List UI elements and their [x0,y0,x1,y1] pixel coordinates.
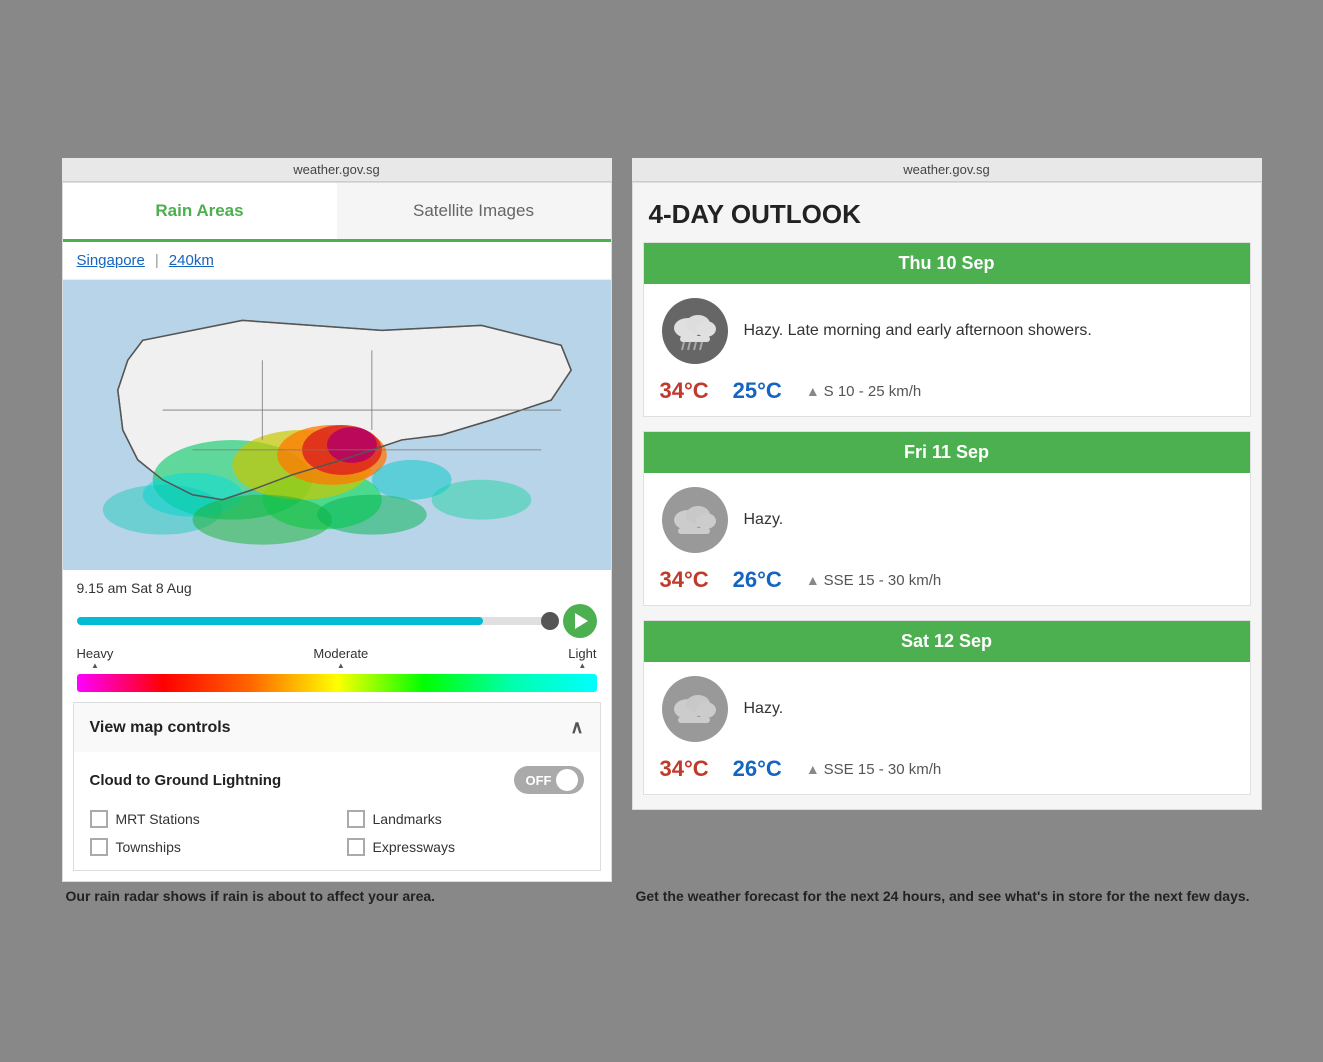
view-links: Singapore | 240km [63,242,611,280]
play-button[interactable] [563,604,597,638]
day-body-1: Hazy. 34°C 26°C ▲ SSE 15 - 30 km/h [644,473,1250,605]
progress-thumb[interactable] [541,612,559,630]
right-panel: 4-DAY OUTLOOK Thu 10 Sep [632,182,1262,810]
left-caption: Our rain radar shows if rain is about to… [66,888,616,904]
toggle-off-text: OFF [526,773,552,788]
tab-rain-areas[interactable]: Rain Areas [63,183,337,242]
lightning-row: Cloud to Ground Lightning OFF [90,766,584,794]
weather-desc-1: Hazy. [744,511,784,529]
legend-light: Light [568,646,596,670]
day-stats-2: 34°C 26°C ▲ SSE 15 - 30 km/h [660,756,1234,782]
hazy-cloud-icon-2 [660,674,730,744]
chevron-up-icon: ∧ [570,717,583,738]
temp-low-2: 26°C [733,756,782,782]
day-top-2: Hazy. [660,674,1234,744]
progress-fill [77,617,483,625]
lightning-label: Cloud to Ground Lightning [90,772,282,789]
time-label: 9.15 am Sat 8 Aug [63,570,611,600]
checkbox-townships[interactable]: Townships [90,838,327,856]
tab-satellite-images[interactable]: Satellite Images [337,183,611,239]
color-legend-bar [77,674,597,692]
browser-url-bar-right: weather.gov.sg [632,158,1262,182]
temp-high-1: 34°C [660,567,709,593]
map-controls-section: View map controls ∧ Cloud to Ground Ligh… [73,702,601,871]
checkbox-townships-box[interactable] [90,838,108,856]
wind-text-0: S 10 - 25 km/h [824,383,922,400]
url-text-right: weather.gov.sg [903,162,989,177]
map-display [63,280,611,570]
legend-labels: Heavy Moderate Light [63,642,611,672]
day-body-0: Hazy. Late morning and early afternoon s… [644,284,1250,416]
wind-text-1: SSE 15 - 30 km/h [824,572,942,589]
day-card-2: Sat 12 Sep Hazy. 34°C [643,620,1251,795]
checkbox-landmarks-label: Landmarks [373,811,442,827]
right-caption: Get the weather forecast for the next 24… [636,888,1258,904]
day-card-0: Thu 10 Sep [643,242,1251,417]
hazy-cloud-icon-1 [660,485,730,555]
day-header-2: Sat 12 Sep [644,621,1250,662]
wind-info-0: ▲ S 10 - 25 km/h [806,383,921,400]
browser-url-bar-left: weather.gov.sg [62,158,612,182]
url-text-left: weather.gov.sg [293,162,379,177]
day-top-1: Hazy. [660,485,1234,555]
checkbox-mrt-stations[interactable]: MRT Stations [90,810,327,828]
checkboxes-grid: MRT Stations Landmarks Townships Ex [90,810,584,856]
progress-track[interactable] [77,617,555,625]
day-top-0: Hazy. Late morning and early afternoon s… [660,296,1234,366]
separator: | [155,252,159,269]
wind-text-2: SSE 15 - 30 km/h [824,761,942,778]
weather-desc-0: Hazy. Late morning and early afternoon s… [744,322,1092,340]
wind-arrow-icon-1: ▲ [806,572,820,588]
checkbox-landmarks-box[interactable] [347,810,365,828]
temp-low-0: 25°C [733,378,782,404]
link-singapore[interactable]: Singapore [77,252,145,269]
wind-info-1: ▲ SSE 15 - 30 km/h [806,572,941,589]
controls-body: Cloud to Ground Lightning OFF MRT Statio… [74,752,600,870]
day-stats-1: 34°C 26°C ▲ SSE 15 - 30 km/h [660,567,1234,593]
temp-high-2: 34°C [660,756,709,782]
temp-low-1: 26°C [733,567,782,593]
day-card-1: Fri 11 Sep Hazy. 34°C [643,431,1251,606]
checkbox-expressways-label: Expressways [373,839,455,855]
map-controls-header[interactable]: View map controls ∧ [74,703,600,752]
wind-arrow-icon-2: ▲ [806,761,820,777]
day-stats-0: 34°C 25°C ▲ S 10 - 25 km/h [660,378,1234,404]
toggle-circle [556,769,578,791]
day-body-2: Hazy. 34°C 26°C ▲ SSE 15 - 30 km/h [644,662,1250,794]
playback-bar [63,600,611,642]
rain-cloud-icon-0 [660,296,730,366]
bottom-captions: Our rain radar shows if rain is about to… [62,888,1262,904]
left-caption-text: Our rain radar shows if rain is about to… [66,888,616,904]
map-controls-label: View map controls [90,719,231,737]
checkbox-mrt-label: MRT Stations [116,811,200,827]
link-240km[interactable]: 240km [169,252,214,269]
checkbox-townships-label: Townships [116,839,181,855]
legend-heavy: Heavy [77,646,114,670]
lightning-toggle[interactable]: OFF [514,766,584,794]
checkbox-expressways[interactable]: Expressways [347,838,584,856]
left-panel: Rain Areas Satellite Images Singapore | … [62,182,612,882]
wind-info-2: ▲ SSE 15 - 30 km/h [806,761,941,778]
temp-high-0: 34°C [660,378,709,404]
day-header-0: Thu 10 Sep [644,243,1250,284]
checkbox-mrt-box[interactable] [90,810,108,828]
wind-arrow-icon-0: ▲ [806,383,820,399]
checkbox-landmarks[interactable]: Landmarks [347,810,584,828]
day-header-1: Fri 11 Sep [644,432,1250,473]
right-caption-text: Get the weather forecast for the next 24… [636,888,1258,904]
weather-desc-2: Hazy. [744,700,784,718]
legend-moderate: Moderate [313,646,368,670]
checkbox-expressways-box[interactable] [347,838,365,856]
tab-bar: Rain Areas Satellite Images [63,183,611,242]
outlook-title: 4-DAY OUTLOOK [633,183,1261,242]
